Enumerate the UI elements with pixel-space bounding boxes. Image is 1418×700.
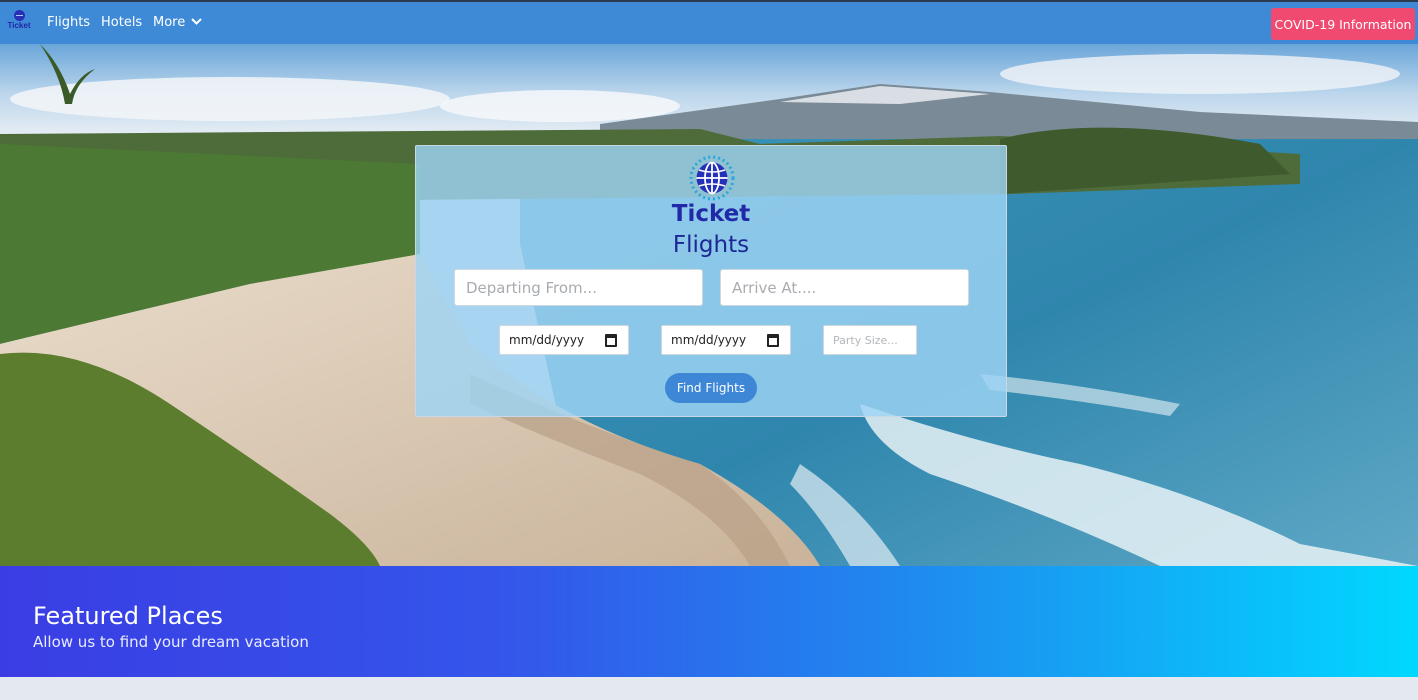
featured-places-banner: Featured Places Allow us to find your dr… [0,566,1418,677]
flight-search-card: Ticket Flights mm/dd/yyyy mm/dd/yyyy Fin… [415,145,1007,417]
brand-logo[interactable]: Ticket [6,10,32,36]
globe-icon [689,155,735,201]
departing-from-input[interactable] [454,269,703,306]
return-date-value: mm/dd/yyyy [671,333,747,347]
card-title: Flights [672,232,750,258]
nav-more-label: More [153,15,186,30]
nav-link-flights[interactable]: Flights [47,15,90,30]
nav-link-hotels[interactable]: Hotels [101,15,142,30]
covid-info-button[interactable]: COVID-19 Information [1271,8,1415,40]
card-brand-name: Ticket [671,201,751,227]
content-area [0,677,1418,700]
arrive-at-input[interactable] [720,269,969,306]
top-navbar: Ticket Flights Hotels More COVID-19 Info… [0,0,1418,44]
find-flights-button[interactable]: Find Flights [665,373,757,403]
brand-label: Ticket [7,21,31,30]
featured-subtitle: Allow us to find your dream vacation [33,633,309,651]
chevron-down-icon [191,18,202,25]
globe-icon [13,10,25,21]
calendar-icon[interactable] [767,334,779,347]
calendar-icon[interactable] [605,334,617,347]
party-size-input[interactable] [823,325,917,355]
depart-date-input[interactable]: mm/dd/yyyy [499,325,629,355]
depart-date-value: mm/dd/yyyy [509,333,585,347]
return-date-input[interactable]: mm/dd/yyyy [661,325,791,355]
nav-more-dropdown[interactable]: More [153,15,202,30]
featured-title: Featured Places [33,602,223,630]
